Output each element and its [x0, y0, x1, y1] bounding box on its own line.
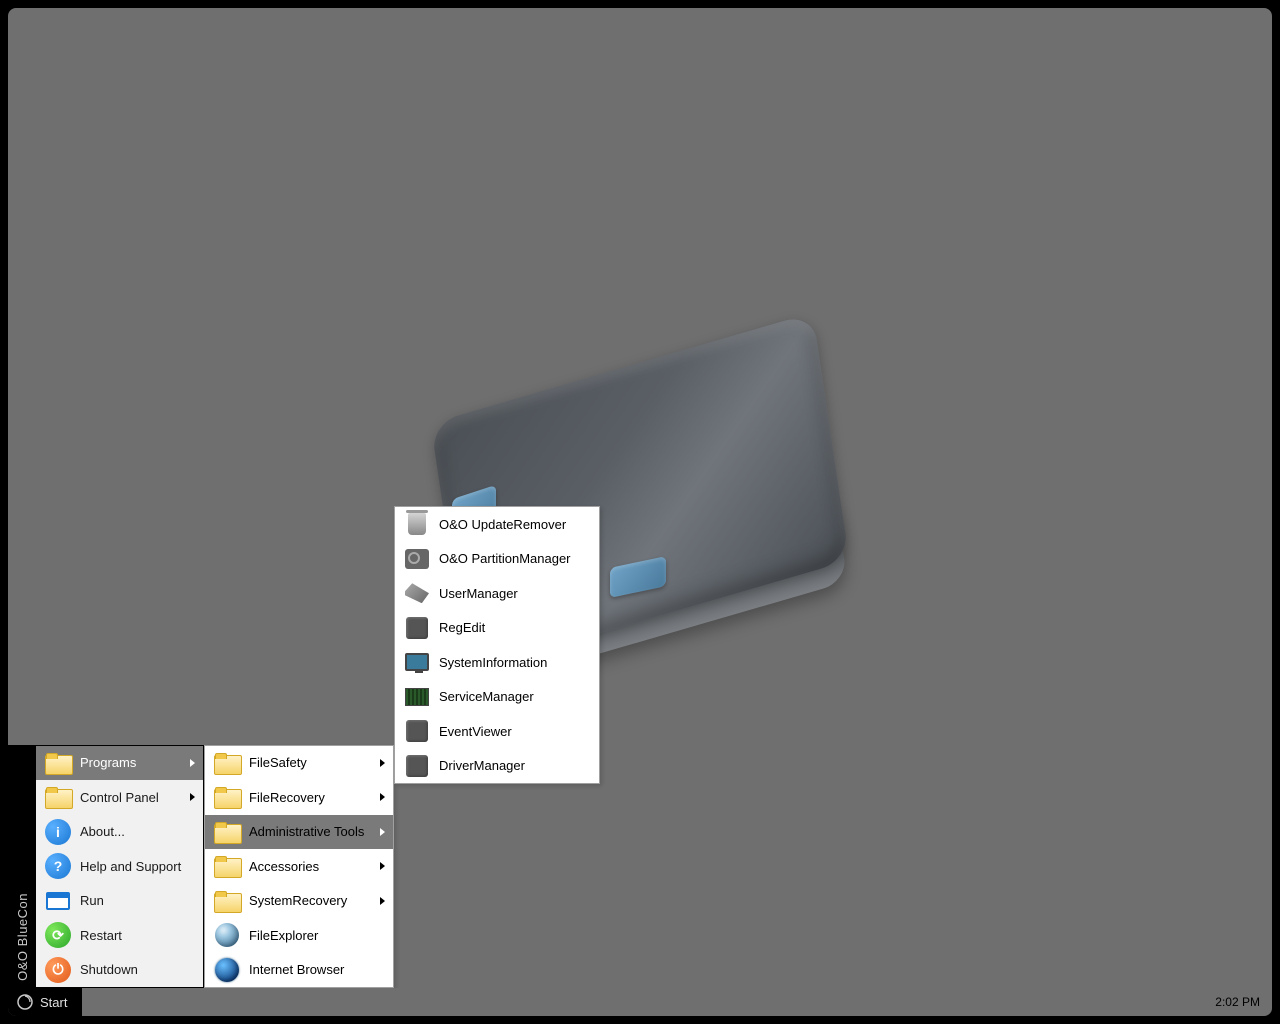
start-label: Start	[40, 995, 67, 1010]
folder-icon	[214, 856, 240, 876]
submenu-arrow-icon	[190, 793, 195, 801]
trash-icon	[408, 513, 426, 535]
power-icon: ⏻	[45, 957, 71, 983]
admin-tools-item-regedit[interactable]: RegEdit	[395, 611, 599, 646]
submenu-arrow-icon	[380, 759, 385, 767]
admin-tools-item-o-o-partitionmanager[interactable]: O&O PartitionManager	[395, 542, 599, 577]
window-icon	[46, 892, 70, 910]
start-item-help-and-support[interactable]: ? Help and Support	[36, 849, 203, 884]
programs-item-filerecovery[interactable]: FileRecovery	[205, 780, 393, 815]
globe-blue-icon	[215, 958, 239, 982]
menu-item-label: Administrative Tools	[249, 824, 380, 839]
menu-item-label: About...	[80, 824, 195, 839]
restart-icon: ⟳	[45, 922, 71, 948]
start-menu: O&O BlueCon Programs Control Panel i About.…	[8, 745, 204, 989]
start-item-restart[interactable]: ⟳ Restart	[36, 918, 203, 953]
tool-icon	[406, 720, 428, 742]
keys-icon	[405, 583, 429, 603]
menu-item-label: Restart	[80, 928, 195, 943]
menu-item-label: ServiceManager	[439, 689, 591, 704]
programs-item-systemrecovery[interactable]: SystemRecovery	[205, 884, 393, 919]
menu-item-label: O&O PartitionManager	[439, 551, 591, 566]
folder-icon	[214, 822, 240, 842]
menu-item-label: UserManager	[439, 586, 591, 601]
menu-item-label: Help and Support	[80, 859, 195, 874]
submenu-arrow-icon	[380, 828, 385, 836]
admin-tools-item-drivermanager[interactable]: DriverManager	[395, 749, 599, 784]
globe-icon	[215, 923, 239, 947]
admin-tools-submenu: O&O UpdateRemover O&O PartitionManager Use…	[394, 506, 600, 784]
programs-item-accessories[interactable]: Accessories	[205, 849, 393, 884]
menu-item-label: O&O UpdateRemover	[439, 517, 591, 532]
menu-item-label: DriverManager	[439, 758, 591, 773]
folder-icon	[214, 753, 240, 773]
programs-item-filesafety[interactable]: FileSafety	[205, 746, 393, 781]
start-item-about-[interactable]: i About...	[36, 815, 203, 850]
menu-item-label: FileRecovery	[249, 790, 380, 805]
menu-item-label: RegEdit	[439, 620, 591, 635]
start-item-programs[interactable]: Programs	[36, 746, 203, 781]
menu-item-label: SystemRecovery	[249, 893, 380, 908]
admin-tools-item-servicemanager[interactable]: ServiceManager	[395, 680, 599, 715]
start-item-control-panel[interactable]: Control Panel	[36, 780, 203, 815]
programs-submenu: FileSafety FileRecovery Administrative Too…	[204, 745, 394, 989]
menu-item-label: Run	[80, 893, 195, 908]
disk-icon	[405, 549, 429, 569]
start-swirl-icon	[16, 993, 34, 1011]
programs-item-administrative-tools[interactable]: Administrative Tools	[205, 815, 393, 850]
menu-item-label: Shutdown	[80, 962, 195, 977]
submenu-arrow-icon	[380, 897, 385, 905]
menu-item-label: Internet Browser	[249, 962, 385, 977]
brand-label: O&O BlueCon	[15, 893, 30, 981]
menu-item-label: Control Panel	[80, 790, 190, 805]
tool-icon	[406, 617, 428, 639]
start-item-shutdown[interactable]: ⏻ Shutdown	[36, 953, 203, 988]
folder-icon	[45, 753, 71, 773]
start-button[interactable]: Start	[8, 988, 81, 1016]
folder-icon	[45, 787, 71, 807]
programs-item-internet-browser[interactable]: Internet Browser	[205, 953, 393, 988]
taskbar-clock: 2:02 PM	[1203, 988, 1272, 1016]
taskbar-spacer	[82, 988, 1203, 1016]
admin-tools-item-eventviewer[interactable]: EventViewer	[395, 714, 599, 749]
info-icon: i	[45, 819, 71, 845]
desktop[interactable]: O&O BlueCon Programs Control Panel i About.…	[8, 8, 1272, 1016]
tool-icon	[406, 755, 428, 777]
menu-item-label: EventViewer	[439, 724, 591, 739]
start-menu-brand-strip: O&O BlueCon	[8, 746, 36, 988]
menu-item-label: Programs	[80, 755, 190, 770]
menu-item-label: FileSafety	[249, 755, 380, 770]
admin-tools-item-usermanager[interactable]: UserManager	[395, 576, 599, 611]
admin-tools-item-systeminformation[interactable]: SystemInformation	[395, 645, 599, 680]
menu-item-label: FileExplorer	[249, 928, 385, 943]
folder-icon	[214, 787, 240, 807]
menu-item-label: Accessories	[249, 859, 380, 874]
folder-icon	[214, 891, 240, 911]
submenu-arrow-icon	[190, 759, 195, 767]
chip-icon	[405, 688, 429, 706]
menu-item-label: SystemInformation	[439, 655, 591, 670]
submenu-arrow-icon	[380, 862, 385, 870]
taskbar: Start 2:02 PM	[8, 988, 1272, 1016]
start-item-run[interactable]: Run	[36, 884, 203, 919]
help-icon: ?	[45, 853, 71, 879]
monitor-icon	[405, 653, 429, 671]
submenu-arrow-icon	[380, 793, 385, 801]
admin-tools-item-o-o-updateremover[interactable]: O&O UpdateRemover	[395, 507, 599, 542]
programs-item-fileexplorer[interactable]: FileExplorer	[205, 918, 393, 953]
